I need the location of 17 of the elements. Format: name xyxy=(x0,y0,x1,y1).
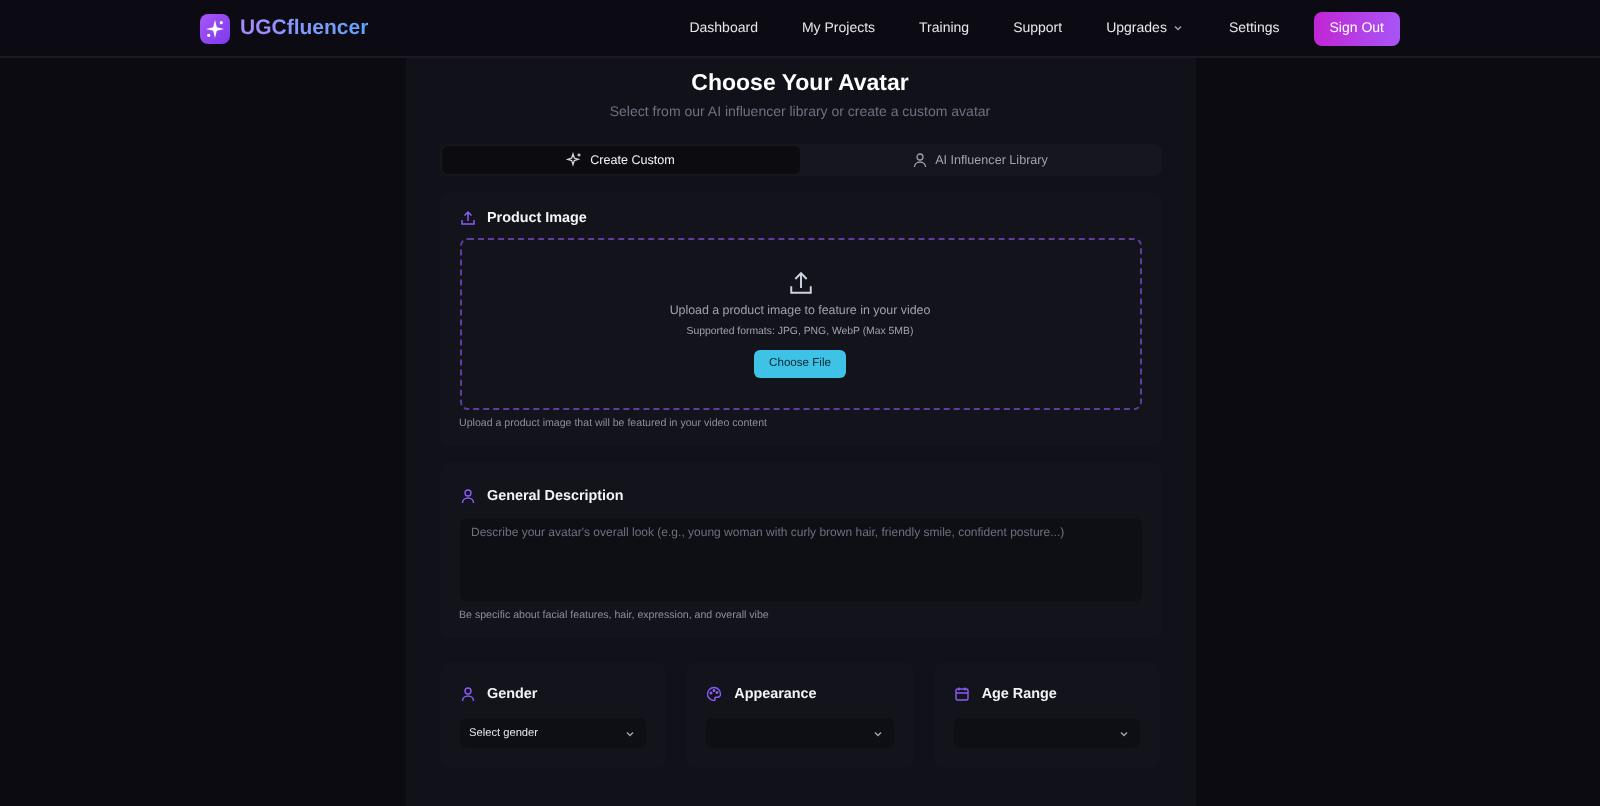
calendar-icon xyxy=(953,685,970,701)
chevron-down-icon xyxy=(1172,22,1185,34)
chevron-down-icon xyxy=(1118,727,1131,739)
palette-icon xyxy=(706,685,723,701)
sparkles-icon xyxy=(566,152,583,168)
select-dropdown[interactable] xyxy=(706,718,894,748)
upload-icon xyxy=(787,270,813,296)
page-title: Choose Your Avatar xyxy=(689,72,911,96)
person-icon xyxy=(911,152,928,168)
upload-icon xyxy=(459,209,475,225)
person-icon xyxy=(459,685,475,701)
sparkle-logo-icon[interactable] xyxy=(200,13,230,43)
chevron-down-icon xyxy=(624,727,637,739)
select-dropdown[interactable] xyxy=(953,718,1141,748)
brand-name[interactable]: UGCfluencer xyxy=(240,16,369,40)
chevron-down-icon xyxy=(871,727,884,739)
person-icon xyxy=(459,487,475,503)
